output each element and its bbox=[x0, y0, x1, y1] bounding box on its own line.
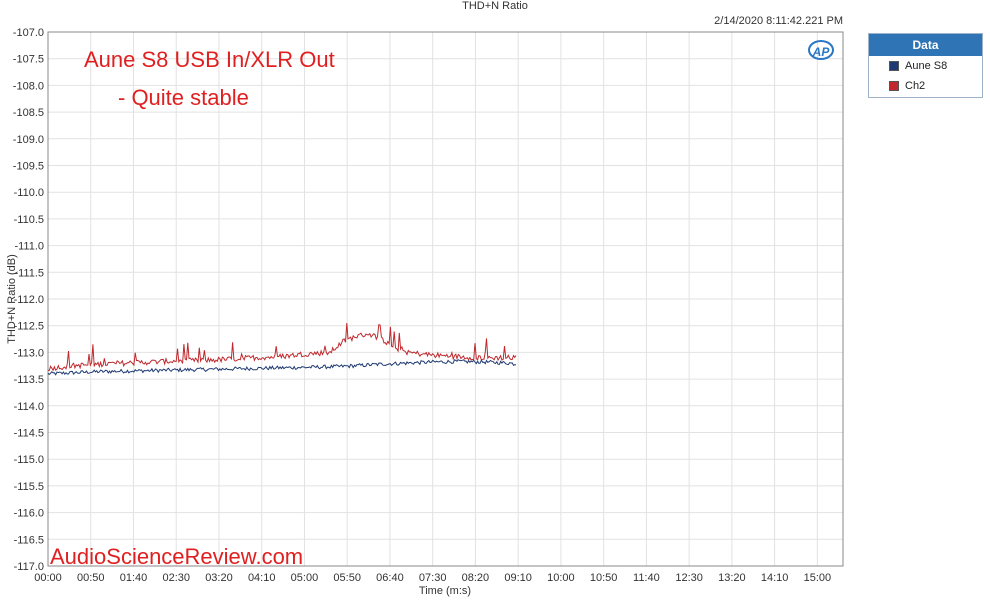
annotation-subtitle: - Quite stable bbox=[118, 85, 249, 110]
y-tick-label: -109.0 bbox=[13, 134, 44, 146]
legend-header: Data bbox=[869, 34, 982, 56]
x-tick-label: 02:30 bbox=[162, 572, 190, 584]
x-tick-label: 01:40 bbox=[120, 572, 148, 584]
x-tick-label: 09:10 bbox=[504, 572, 532, 584]
legend-item-aune-s8[interactable]: Aune S8 bbox=[869, 56, 982, 76]
x-tick-label: 04:10 bbox=[248, 572, 276, 584]
timestamp: 2/14/2020 8:11:42.221 PM bbox=[714, 15, 843, 27]
y-tick-label: -111.5 bbox=[14, 267, 44, 279]
x-tick-label: 10:00 bbox=[547, 572, 575, 584]
x-tick-label: 05:50 bbox=[333, 572, 361, 584]
legend-label-aune-s8: Aune S8 bbox=[905, 60, 948, 72]
y-tick-label: -107.0 bbox=[13, 27, 44, 39]
x-tick-label: 05:00 bbox=[291, 572, 319, 584]
watermark: AudioScienceReview.com bbox=[50, 544, 304, 569]
y-tick-label: -111.0 bbox=[14, 241, 44, 253]
x-tick-label: 14:10 bbox=[761, 572, 789, 584]
x-tick-label: 07:30 bbox=[419, 572, 447, 584]
x-tick-label: 10:50 bbox=[590, 572, 618, 584]
x-axis-label: Time (m:s) bbox=[419, 585, 471, 597]
x-tick-labels: 00:00 00:50 01:40 02:30 03:20 04:10 05:00 05:50… bbox=[34, 572, 831, 584]
y-axis-label: THD+N Ratio (dB) bbox=[6, 254, 18, 344]
x-tick-label: 15:00 bbox=[804, 572, 832, 584]
y-tick-label: -116.5 bbox=[14, 534, 44, 546]
x-tick-label: 12:30 bbox=[675, 572, 703, 584]
y-tick-label: -110.0 bbox=[14, 187, 44, 199]
annotation-title: Aune S8 USB In/XLR Out bbox=[84, 47, 335, 72]
y-tick-label: -112.5 bbox=[14, 321, 44, 333]
x-tick-label: 13:20 bbox=[718, 572, 746, 584]
y-tick-label: -110.5 bbox=[14, 214, 44, 226]
legend-label-ch2: Ch2 bbox=[905, 80, 926, 92]
y-tick-label: -108.5 bbox=[13, 107, 44, 119]
y-tick-label: -113.0 bbox=[14, 347, 44, 359]
chart-title: THD+N Ratio bbox=[462, 0, 528, 12]
grid-lines bbox=[47, 31, 843, 567]
y-tick-label: -109.5 bbox=[13, 161, 44, 173]
y-tick-label: -116.0 bbox=[14, 508, 44, 520]
ap-logo-icon: AP bbox=[808, 40, 834, 60]
legend: Data Aune S8 Ch2 bbox=[868, 33, 983, 98]
x-tick-label: 00:50 bbox=[77, 572, 105, 584]
y-tick-label: -113.5 bbox=[14, 374, 44, 386]
x-tick-label: 08:20 bbox=[462, 572, 490, 584]
x-tick-label: 11:40 bbox=[633, 572, 660, 584]
y-tick-label: -107.5 bbox=[13, 54, 44, 66]
x-tick-label: 00:00 bbox=[34, 572, 62, 584]
x-tick-label: 03:20 bbox=[205, 572, 233, 584]
x-tick-label: 06:40 bbox=[376, 572, 404, 584]
data-lines bbox=[47, 322, 517, 376]
y-tick-label: -115.5 bbox=[14, 481, 44, 493]
legend-swatch-aune-s8 bbox=[889, 61, 899, 71]
legend-swatch-ch2 bbox=[889, 81, 899, 91]
y-tick-label: -114.5 bbox=[14, 428, 44, 440]
y-tick-label: -114.0 bbox=[14, 401, 44, 413]
legend-item-ch2[interactable]: Ch2 bbox=[869, 76, 982, 96]
y-tick-label: -115.0 bbox=[14, 454, 44, 466]
y-tick-label: -112.0 bbox=[14, 294, 44, 306]
y-tick-label: -108.0 bbox=[13, 80, 44, 92]
